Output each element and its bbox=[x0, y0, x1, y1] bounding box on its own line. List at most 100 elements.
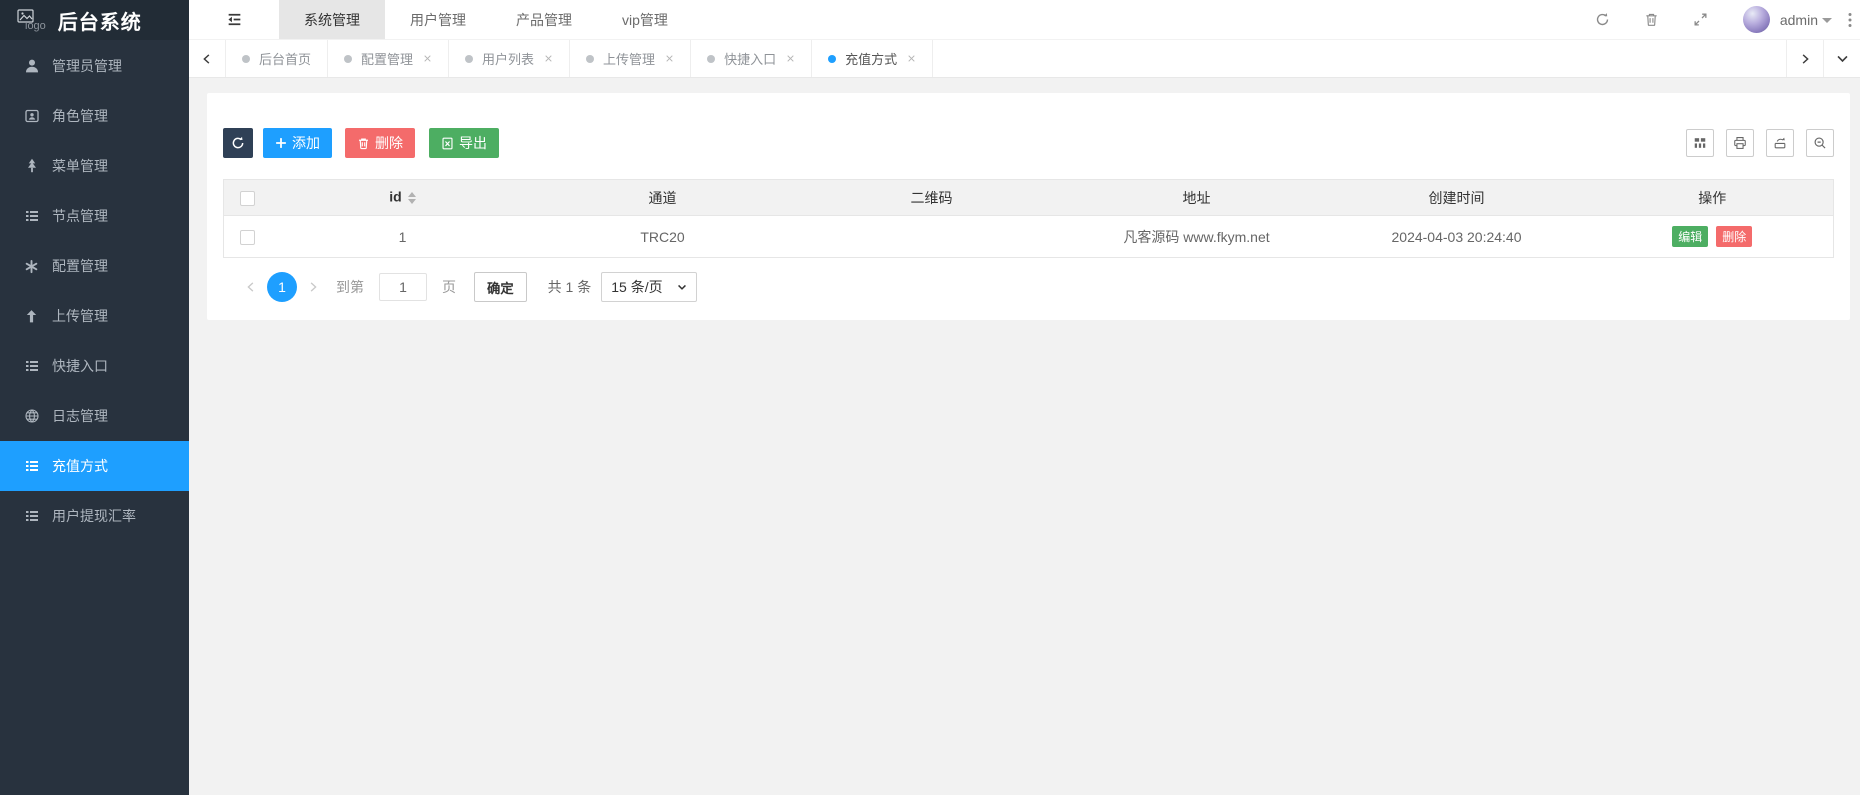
delete-button[interactable]: 删除 bbox=[345, 128, 415, 158]
tab-home[interactable]: 后台首页 bbox=[226, 40, 328, 77]
sidebar-item-quick-entry[interactable]: 快捷入口 bbox=[0, 341, 189, 391]
row-checkbox-cell bbox=[224, 216, 272, 258]
close-icon[interactable] bbox=[665, 54, 674, 63]
sidebar-item-log-manage[interactable]: 日志管理 bbox=[0, 391, 189, 441]
page-unit-label: 页 bbox=[442, 277, 456, 297]
chevron-left-icon bbox=[245, 281, 257, 293]
globe-icon bbox=[23, 408, 40, 425]
sidebar-item-role-manage[interactable]: 角色管理 bbox=[0, 91, 189, 141]
refresh-icon[interactable] bbox=[1595, 12, 1610, 27]
list-icon bbox=[23, 358, 40, 375]
avatar[interactable] bbox=[1743, 6, 1770, 33]
tabs-scroll-right-button[interactable] bbox=[1786, 40, 1823, 77]
logo: logo 后台系统 bbox=[0, 0, 189, 40]
arrow-up-icon bbox=[23, 308, 40, 325]
user-name[interactable]: admin bbox=[1780, 12, 1818, 28]
chevron-down-icon bbox=[677, 282, 687, 292]
column-header-qrcode: 二维码 bbox=[792, 180, 1072, 216]
close-icon[interactable] bbox=[544, 54, 553, 63]
top-nav: 系统管理 用户管理 产品管理 vip管理 bbox=[279, 0, 693, 39]
chevron-down-icon[interactable] bbox=[1822, 18, 1832, 28]
cell-qrcode bbox=[792, 216, 1072, 258]
table-tools bbox=[1686, 129, 1834, 157]
page-number-input[interactable] bbox=[379, 273, 427, 301]
current-page-button[interactable]: 1 bbox=[267, 272, 297, 302]
nav-item-vip-manage[interactable]: vip管理 bbox=[597, 0, 693, 39]
list-icon bbox=[23, 508, 40, 525]
tabs-scroll-left-button[interactable] bbox=[189, 40, 226, 77]
tab-upload-manage[interactable]: 上传管理 bbox=[570, 40, 691, 77]
tab-label: 上传管理 bbox=[603, 49, 655, 68]
filter-columns-button[interactable] bbox=[1686, 129, 1714, 157]
sidebar-item-label: 节点管理 bbox=[52, 206, 108, 226]
fullscreen-icon[interactable] bbox=[1693, 12, 1708, 27]
goto-label: 到第 bbox=[336, 277, 364, 297]
cell-actions: 编辑删除 bbox=[1592, 216, 1834, 258]
trash-icon bbox=[357, 137, 370, 150]
tabbar-spacer bbox=[933, 40, 1786, 77]
sort-icon[interactable] bbox=[408, 188, 416, 208]
cell-address: 凡客源码 www.fkym.net bbox=[1072, 216, 1322, 258]
refresh-button[interactable] bbox=[223, 128, 253, 158]
list-icon bbox=[23, 208, 40, 225]
table-header-row: id 通道 二维码 地址 创建时间 操作 bbox=[224, 180, 1834, 216]
sidebar-item-label: 菜单管理 bbox=[52, 156, 108, 176]
data-table: id 通道 二维码 地址 创建时间 操作 1 TRC20 bbox=[223, 179, 1834, 258]
pagination: 1 到第 页 确定 共 1 条 15 条/页 bbox=[235, 272, 1834, 302]
tab-config-manage[interactable]: 配置管理 bbox=[328, 40, 449, 77]
delete-row-button[interactable]: 删除 bbox=[1716, 226, 1752, 247]
columns-icon bbox=[1693, 136, 1707, 150]
tab-user-list[interactable]: 用户列表 bbox=[449, 40, 570, 77]
collapse-menu-button[interactable] bbox=[189, 0, 279, 39]
column-header-actions: 操作 bbox=[1592, 180, 1834, 216]
add-button[interactable]: 添加 bbox=[263, 128, 332, 158]
tab-label: 用户列表 bbox=[482, 49, 534, 68]
print-button[interactable] bbox=[1726, 129, 1754, 157]
excel-file-icon bbox=[441, 137, 454, 150]
prev-page-button[interactable] bbox=[245, 281, 257, 293]
close-icon[interactable] bbox=[786, 54, 795, 63]
tab-dot bbox=[586, 55, 594, 63]
sidebar-item-withdraw-rate[interactable]: 用户提现汇率 bbox=[0, 491, 189, 541]
main-column: 系统管理 用户管理 产品管理 vip管理 admin bbox=[189, 0, 1860, 795]
sidebar-item-upload-manage[interactable]: 上传管理 bbox=[0, 291, 189, 341]
close-icon[interactable] bbox=[907, 54, 916, 63]
sidebar-menu: 管理员管理 角色管理 菜单管理 节点管理 配置管理 bbox=[0, 40, 189, 541]
tab-label: 配置管理 bbox=[361, 49, 413, 68]
cell-channel: TRC20 bbox=[534, 216, 792, 258]
refresh-icon bbox=[231, 136, 245, 150]
search-button[interactable] bbox=[1806, 129, 1834, 157]
confirm-page-button[interactable]: 确定 bbox=[474, 272, 527, 302]
trash-icon[interactable] bbox=[1644, 12, 1659, 27]
export-icon bbox=[1773, 136, 1787, 150]
tab-label: 充值方式 bbox=[845, 49, 897, 68]
tab-quick-entry[interactable]: 快捷入口 bbox=[691, 40, 812, 77]
page-size-select[interactable]: 15 条/页 bbox=[601, 272, 696, 302]
nav-item-product-manage[interactable]: 产品管理 bbox=[491, 0, 597, 39]
total-count-label: 共 1 条 bbox=[548, 277, 592, 297]
table-toolbar: 添加 删除 导出 bbox=[223, 128, 1834, 158]
export-button[interactable]: 导出 bbox=[429, 128, 499, 158]
select-all-checkbox[interactable] bbox=[240, 191, 255, 206]
sidebar-item-label: 快捷入口 bbox=[52, 356, 108, 376]
sidebar-item-node-manage[interactable]: 节点管理 bbox=[0, 191, 189, 241]
edit-row-button[interactable]: 编辑 bbox=[1672, 226, 1708, 247]
nav-item-user-manage[interactable]: 用户管理 bbox=[385, 0, 491, 39]
next-page-button[interactable] bbox=[307, 281, 319, 293]
cell-id: 1 bbox=[272, 216, 534, 258]
sidebar-item-admin-manage[interactable]: 管理员管理 bbox=[0, 41, 189, 91]
printer-icon bbox=[1733, 136, 1747, 150]
id-card-icon bbox=[23, 108, 40, 125]
nav-item-system-manage[interactable]: 系统管理 bbox=[279, 0, 385, 39]
sidebar-item-recharge-method[interactable]: 充值方式 bbox=[0, 441, 189, 491]
close-icon[interactable] bbox=[423, 54, 432, 63]
tab-recharge-method[interactable]: 充值方式 bbox=[812, 40, 933, 77]
tabs-menu-button[interactable] bbox=[1823, 40, 1860, 77]
chevron-left-icon bbox=[201, 53, 213, 65]
tab-bar: 后台首页 配置管理 用户列表 上传管理 快捷入口 充值方式 bbox=[189, 40, 1860, 78]
sidebar-item-menu-manage[interactable]: 菜单管理 bbox=[0, 141, 189, 191]
more-vertical-icon[interactable] bbox=[1848, 12, 1852, 28]
row-checkbox[interactable] bbox=[240, 230, 255, 245]
export-data-button[interactable] bbox=[1766, 129, 1794, 157]
sidebar-item-config-manage[interactable]: 配置管理 bbox=[0, 241, 189, 291]
